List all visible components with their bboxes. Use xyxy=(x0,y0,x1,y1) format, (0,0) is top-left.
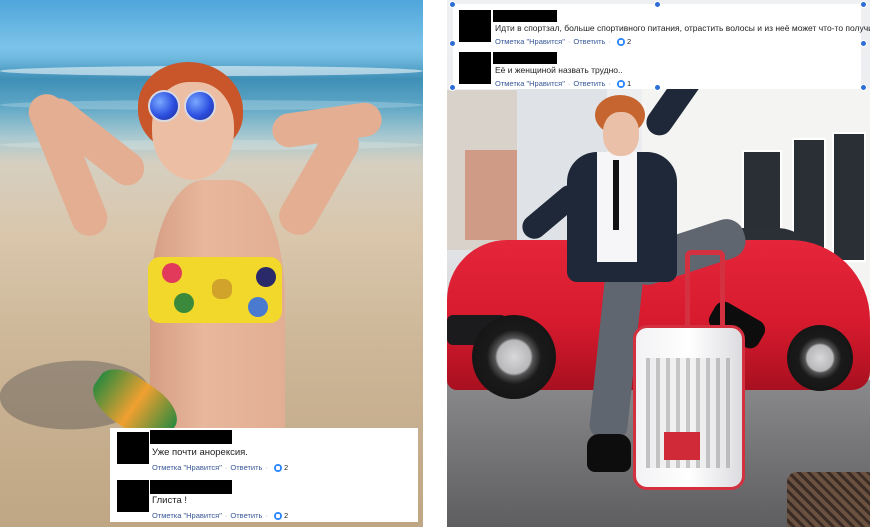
sticker-patch xyxy=(162,263,182,283)
like-link[interactable]: Отметка "Нравится" xyxy=(495,79,565,88)
like-thumb-icon xyxy=(273,463,282,472)
like-link[interactable]: Отметка "Нравится" xyxy=(152,463,222,472)
comment-actions: Отметка "Нравится" · Ответить · 2 xyxy=(152,511,288,520)
separator: · xyxy=(608,37,611,46)
red-bus-print xyxy=(664,432,700,460)
separator: · xyxy=(265,511,268,520)
comment-text: Идти в спортзал, больше спортивного пита… xyxy=(495,23,870,33)
comment-item: Глиста ! Отметка "Нравится" · Ответить ·… xyxy=(114,476,414,522)
selection-handle[interactable] xyxy=(654,84,661,91)
selection-handle[interactable] xyxy=(449,1,456,8)
redacted-avatar xyxy=(117,432,149,464)
selection-handle[interactable] xyxy=(860,40,867,47)
like-count[interactable]: 2 xyxy=(627,37,631,46)
redacted-avatar xyxy=(117,480,149,512)
redacted-name xyxy=(493,52,557,64)
black-tie xyxy=(613,160,619,230)
like-link[interactable]: Отметка "Нравится" xyxy=(495,37,565,46)
comment-actions: Отметка "Нравится" · Ответить · 2 xyxy=(152,463,288,472)
selection-handle[interactable] xyxy=(449,84,456,91)
redacted-avatar xyxy=(459,10,491,42)
like-thumb-icon xyxy=(616,37,625,46)
window xyxy=(832,132,866,262)
like-link[interactable]: Отметка "Нравится" xyxy=(152,511,222,520)
like-count[interactable]: 1 xyxy=(627,79,631,88)
separator: · xyxy=(567,79,571,88)
face xyxy=(603,112,639,156)
like-count[interactable]: 2 xyxy=(284,511,288,520)
separator: · xyxy=(265,463,268,472)
comment-text: Глиста ! xyxy=(152,495,188,506)
drain-grate xyxy=(787,472,870,527)
redacted-avatar xyxy=(459,52,491,84)
comment-overlay-left: Уже почти анорексия. Отметка "Нравится" … xyxy=(110,428,418,522)
selection-handle[interactable] xyxy=(449,40,456,47)
redacted-name xyxy=(493,10,557,22)
selection-handle[interactable] xyxy=(654,1,661,8)
separator: · xyxy=(224,463,228,472)
reply-link[interactable]: Ответить xyxy=(230,511,262,520)
suitcase-handle xyxy=(685,250,725,330)
reply-link[interactable]: Ответить xyxy=(573,79,605,88)
separator: · xyxy=(567,37,571,46)
photo-collage: Уже почти анорексия. Отметка "Нравится" … xyxy=(0,0,870,527)
comment-text: Уже почти анорексия. xyxy=(152,447,248,458)
sticker-patch xyxy=(248,297,268,317)
redacted-name xyxy=(150,480,232,494)
like-thumb-icon xyxy=(616,79,625,88)
car-wheel xyxy=(787,325,853,391)
comment-overlay-right: Идти в спортзал, больше спортивного пита… xyxy=(453,4,870,89)
like-count[interactable]: 2 xyxy=(284,463,288,472)
separator: · xyxy=(608,79,611,88)
yellow-bikini-top xyxy=(148,257,282,323)
like-thumb-icon xyxy=(273,511,282,520)
london-print-suitcase xyxy=(633,325,745,490)
separator: · xyxy=(224,511,228,520)
car-wheel xyxy=(472,315,556,399)
comment-text: Её и женщиной назвать трудно.. xyxy=(495,65,623,75)
comment-actions: Отметка "Нравится" · Ответить · 1 xyxy=(495,79,631,88)
selection-handle[interactable] xyxy=(860,84,867,91)
selection-handle[interactable] xyxy=(860,1,867,8)
building xyxy=(465,150,525,240)
comment-item: Идти в спортзал, больше спортивного пита… xyxy=(457,6,870,48)
comment-actions: Отметка "Нравится" · Ответить · 2 xyxy=(495,37,631,46)
sticker-patch xyxy=(212,279,232,299)
comment-item: Уже почти анорексия. Отметка "Нравится" … xyxy=(114,430,414,476)
sunglasses xyxy=(148,90,218,124)
sticker-patch xyxy=(174,293,194,313)
reply-link[interactable]: Ответить xyxy=(230,463,262,472)
reply-link[interactable]: Ответить xyxy=(573,37,605,46)
boot xyxy=(587,434,631,472)
redacted-name xyxy=(150,430,232,444)
sticker-patch xyxy=(256,267,276,287)
